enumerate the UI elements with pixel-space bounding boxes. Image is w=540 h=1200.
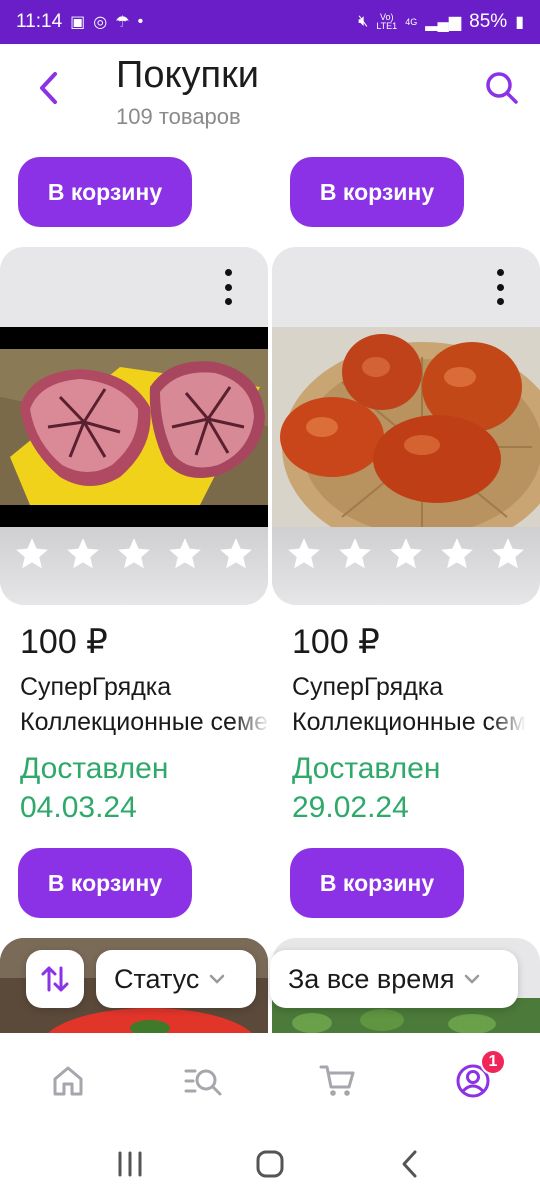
gallery-icon: ▣ xyxy=(70,14,86,31)
status-filter-label: Статус xyxy=(114,963,200,994)
more-options-icon[interactable] xyxy=(490,269,510,305)
recent-apps-icon xyxy=(118,1151,142,1177)
nav-catalog[interactable] xyxy=(135,1033,270,1128)
sort-arrows-icon xyxy=(41,966,69,992)
nav-home[interactable] xyxy=(0,1033,135,1128)
chevron-down-icon xyxy=(210,974,225,984)
home-icon xyxy=(53,1066,82,1095)
nav-profile[interactable]: 1 xyxy=(405,1033,540,1128)
chevron-down-icon xyxy=(465,974,480,984)
add-to-cart-button[interactable]: В корзину xyxy=(290,848,464,918)
mute-icon: 🔇︎ xyxy=(358,13,369,30)
star-icon[interactable] xyxy=(64,535,102,573)
back-button[interactable] xyxy=(28,66,68,110)
nav-cart[interactable] xyxy=(270,1033,405,1128)
product-price: 100 ₽ xyxy=(292,623,380,661)
product-image xyxy=(272,327,540,527)
star-icon[interactable] xyxy=(489,535,527,573)
items-count: 109 товаров xyxy=(116,104,241,129)
star-icon[interactable] xyxy=(166,535,204,573)
page-title: Покупки xyxy=(116,54,259,96)
product-name[interactable]: Коллекционные семена xyxy=(292,708,526,737)
bottom-navigation: 1 xyxy=(0,1033,540,1128)
battery-percent: 85% xyxy=(469,11,508,32)
network-gen-indicator: 4G xyxy=(405,16,418,27)
period-filter-label: За все время xyxy=(288,963,455,994)
add-to-cart-button[interactable]: В корзину xyxy=(290,157,464,227)
delivery-status: Доставлен xyxy=(20,752,169,785)
cart-icon xyxy=(319,1065,354,1096)
clock: 11:14 xyxy=(16,11,63,32)
sort-button[interactable] xyxy=(26,950,84,1008)
rating-stars[interactable] xyxy=(272,527,540,605)
product-brand: СуперГрядка xyxy=(292,673,444,701)
back-system-icon xyxy=(402,1150,417,1178)
star-icon[interactable] xyxy=(217,535,255,573)
header: Покупки 109 товаров xyxy=(0,44,540,144)
catalog-search-icon xyxy=(184,1069,221,1095)
product-image xyxy=(0,327,268,527)
product-name[interactable]: Коллекционные семена xyxy=(20,708,270,737)
chevron-left-icon xyxy=(40,72,57,104)
recent-apps-button[interactable] xyxy=(100,1139,160,1189)
star-icon[interactable] xyxy=(387,535,425,573)
more-options-icon[interactable] xyxy=(218,269,238,305)
star-icon[interactable] xyxy=(438,535,476,573)
home-system-button[interactable] xyxy=(240,1139,300,1189)
product-price: 100 ₽ xyxy=(20,623,108,661)
back-system-button[interactable] xyxy=(380,1139,440,1189)
delivery-date: 29.02.24 xyxy=(292,791,409,824)
delivery-status: Доставлен xyxy=(292,752,441,785)
search-icon xyxy=(486,72,518,104)
umbrella-icon: ☂ xyxy=(115,14,130,31)
battery-icon: ▮ xyxy=(515,14,524,31)
search-button[interactable] xyxy=(480,66,524,110)
home-system-icon xyxy=(256,1150,284,1178)
product-brand: СуперГрядка xyxy=(20,673,172,701)
rating-stars[interactable] xyxy=(0,527,268,605)
system-navigation xyxy=(0,1128,540,1200)
product-card[interactable] xyxy=(272,247,540,605)
add-to-cart-button[interactable]: В корзину xyxy=(18,848,192,918)
status-bar: 11:14 ▣ ◎ ☂ • 🔇︎ Vo) LTE1 4G ▂▄▆ 85% ▮ xyxy=(0,0,540,44)
status-filter[interactable]: Статус xyxy=(96,950,256,1008)
star-icon[interactable] xyxy=(13,535,51,573)
star-icon[interactable] xyxy=(336,535,374,573)
signal-icon: ▂▄▆ xyxy=(425,14,462,31)
dot-icon: • xyxy=(137,13,144,30)
period-filter[interactable]: За все время xyxy=(270,950,518,1008)
notification-badge: 1 xyxy=(480,1049,506,1075)
add-to-cart-button[interactable]: В корзину xyxy=(18,157,192,227)
volte-indicator: Vo) LTE1 xyxy=(376,12,398,31)
whatsapp-icon: ◎ xyxy=(93,14,108,31)
product-card[interactable] xyxy=(0,247,268,605)
delivery-date: 04.03.24 xyxy=(20,791,137,824)
star-icon[interactable] xyxy=(115,535,153,573)
star-icon[interactable] xyxy=(285,535,323,573)
